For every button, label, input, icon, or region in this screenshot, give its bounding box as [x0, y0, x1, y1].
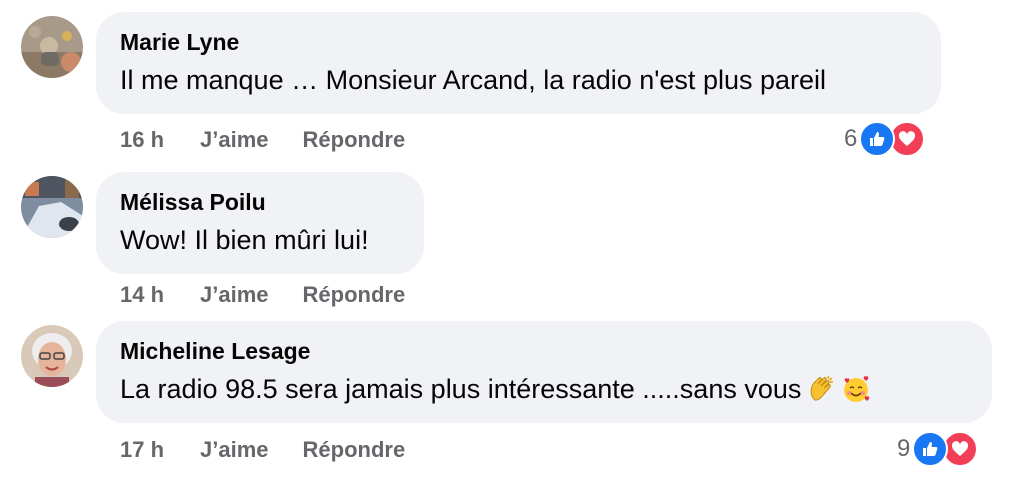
reactions-summary[interactable]: 6: [844, 121, 926, 157]
comment-bubble: Micheline Lesage La radio 98.5 sera jama…: [96, 321, 992, 423]
comment-timestamp[interactable]: 17 h: [120, 437, 164, 463]
reaction-count: 6: [844, 125, 858, 152]
clapping-hands-icon: [807, 374, 837, 413]
comment-text: Wow! Il bien mûri lui!: [120, 225, 369, 255]
comment-author[interactable]: Mélissa Poilu: [120, 188, 400, 216]
reply-button[interactable]: Répondre: [303, 127, 406, 153]
smiling-face-with-hearts-icon: [841, 374, 871, 413]
reply-button[interactable]: Répondre: [303, 437, 406, 463]
like-icon: [859, 121, 896, 157]
avatar[interactable]: [21, 176, 83, 238]
comment-actions: 14 h J’aime Répondre: [120, 282, 405, 308]
avatar[interactable]: [21, 16, 83, 78]
comment-text-body: La radio 98.5 sera jamais plus intéressa…: [120, 374, 802, 404]
comment-timestamp[interactable]: 16 h: [120, 127, 164, 153]
reactions-summary[interactable]: 9: [897, 431, 979, 467]
reply-button[interactable]: Répondre: [303, 282, 406, 308]
like-button[interactable]: J’aime: [200, 127, 269, 153]
comment-text: Il me manque … Monsieur Arcand, la radio…: [120, 65, 827, 95]
comment-actions: 17 h J’aime Répondre: [120, 437, 405, 463]
comment-actions: 16 h J’aime Répondre: [120, 127, 405, 153]
avatar[interactable]: [21, 325, 83, 387]
like-button[interactable]: J’aime: [200, 282, 269, 308]
comment-bubble: Marie Lyne Il me manque … Monsieur Arcan…: [96, 12, 941, 114]
reaction-count: 9: [897, 435, 911, 462]
comment-text: La radio 98.5 sera jamais plus intéressa…: [120, 371, 968, 413]
comment-author[interactable]: Micheline Lesage: [120, 337, 968, 365]
comment-bubble: Mélissa Poilu Wow! Il bien mûri lui!: [96, 172, 424, 274]
comment-timestamp[interactable]: 14 h: [120, 282, 164, 308]
like-icon: [912, 431, 949, 467]
comment-author[interactable]: Marie Lyne: [120, 28, 917, 56]
like-button[interactable]: J’aime: [200, 437, 269, 463]
